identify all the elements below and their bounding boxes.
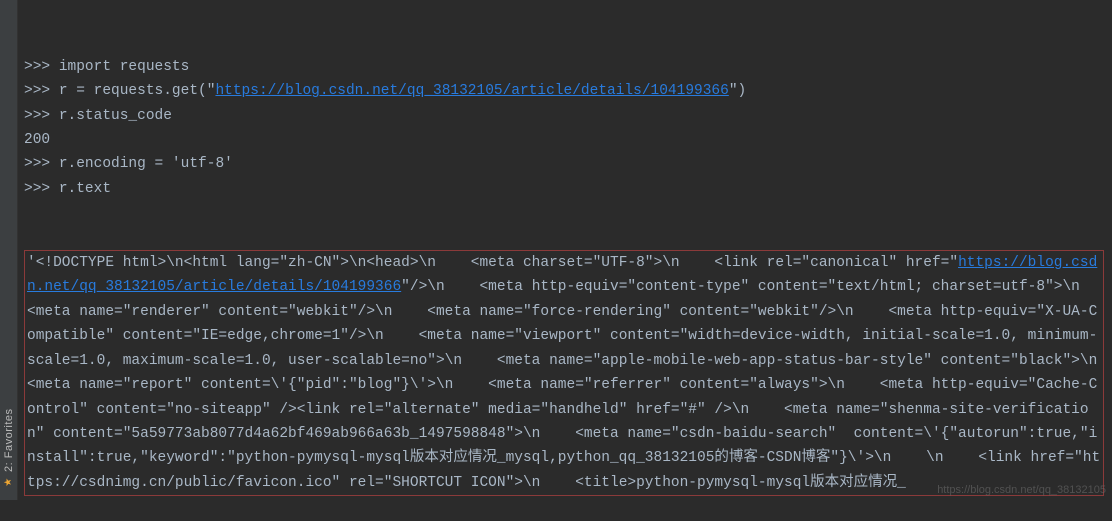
repl-prompt: >>> [24, 108, 59, 124]
code-text: r = requests.get(" [59, 83, 216, 99]
repl-prompt: >>> [24, 59, 59, 75]
favorites-toolwindow-tab[interactable]: ★ 2: Favorites [1, 409, 17, 488]
favorites-tab-label: 2: Favorites [3, 409, 15, 472]
star-icon: ★ [3, 477, 15, 488]
repl-line: >>> r.encoding = 'utf-8' [24, 152, 1104, 176]
code-text: r.encoding = 'utf-8' [59, 156, 233, 172]
repl-output-box: '<!DOCTYPE html>\n<html lang="zh-CN">\n<… [24, 250, 1104, 496]
repl-prompt: >>> [24, 156, 59, 172]
left-gutter: ★ 2: Favorites [0, 0, 18, 500]
output-text: '<!DOCTYPE html>\n<html lang="zh-CN">\n<… [27, 255, 958, 271]
repl-line: >>> import requests [24, 55, 1104, 79]
code-text: 200 [24, 132, 50, 148]
code-text: ") [729, 83, 746, 99]
code-text: r.status_code [59, 108, 172, 124]
code-text: r.text [59, 181, 111, 197]
repl-prompt: >>> [24, 83, 59, 99]
code-text: import requests [59, 59, 190, 75]
repl-line: >>> r.status_code [24, 104, 1104, 128]
repl-input-area: >>> import requests>>> r = requests.get(… [24, 55, 1104, 201]
python-console[interactable]: >>> import requests>>> r = requests.get(… [18, 0, 1112, 500]
output-text: "/>\n <meta http-equiv="content-type" co… [27, 279, 1112, 490]
repl-line: >>> r.text [24, 177, 1104, 201]
repl-line: >>> r = requests.get("https://blog.csdn.… [24, 79, 1104, 103]
repl-prompt: >>> [24, 181, 59, 197]
url-link[interactable]: https://blog.csdn.net/qq_38132105/articl… [215, 83, 728, 99]
repl-line: 200 [24, 128, 1104, 152]
